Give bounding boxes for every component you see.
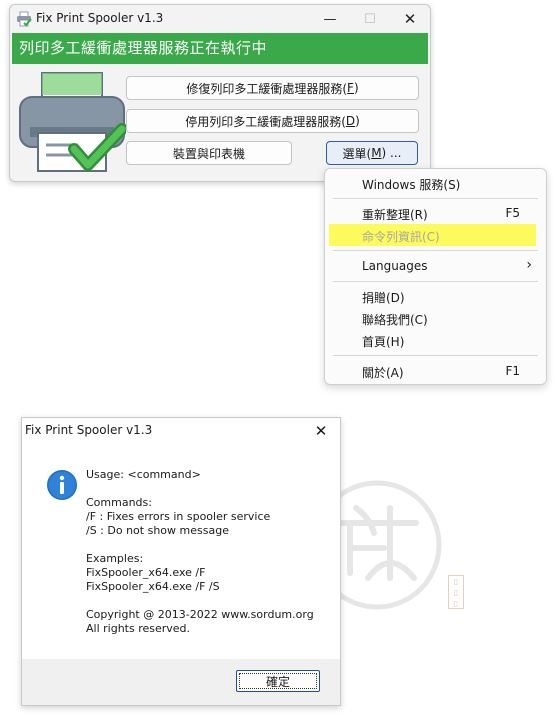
ok-label: 確定 (265, 674, 290, 689)
repair-label: 修復列印多工緩衝處理器服務( (186, 81, 348, 96)
chevron-right-icon: › (526, 257, 532, 273)
dropdown-menu: Windows 服務(S) 重新整理(R) F5 命令列資訊(C) Langua… (324, 168, 547, 385)
menu-item-label: 關於(A) (362, 366, 404, 380)
menu-item-windows-services[interactable]: Windows 服務(S) (325, 172, 546, 194)
close-icon: ✕ (403, 10, 417, 28)
menu-item-label: Windows 服務(S) (362, 178, 461, 192)
dialog-title: Fix Print Spooler v1.3 (25, 423, 153, 437)
info-icon (47, 470, 77, 500)
devices-label: 裝置與印表機 (172, 146, 245, 161)
menu-separator (333, 281, 538, 282)
minimize-icon: — (323, 11, 337, 27)
dialog-message: Usage: <command> Commands: /F : Fixes er… (86, 468, 314, 635)
service-status-banner: 列印多工緩衝處理器服務正在執行中 (12, 33, 428, 64)
red-stamp-icon: ▯ ▯ ▯ (448, 575, 464, 609)
devices-printers-button[interactable]: 裝置與印表機 (126, 141, 292, 165)
menu-item-about[interactable]: 關於(A) F1 (325, 360, 546, 382)
title-bar[interactable]: Fix Print Spooler v1.3 — ☐ ✕ (10, 5, 430, 33)
menu-item-label: 命令列資訊(C) (362, 230, 440, 244)
printer-check-icon (17, 11, 32, 27)
menu-item-label: 聯絡我們(C) (362, 313, 428, 327)
printer-check-icon (19, 72, 126, 172)
close-button[interactable]: ✕ (390, 5, 430, 33)
menu-item-shortcut: F5 (505, 206, 520, 220)
menu-item-donate[interactable]: 捐贈(D) (325, 285, 546, 307)
menu-item-shortcut: F1 (505, 364, 520, 378)
dialog-close-button[interactable]: ✕ (306, 418, 336, 444)
maximize-icon: ☐ (364, 11, 376, 27)
menu-item-label: 捐贈(D) (362, 291, 405, 305)
repair-label-end: ) (353, 81, 359, 95)
menu-item-refresh[interactable]: 重新整理(R) F5 (325, 202, 546, 224)
menu-button[interactable]: 選單(M) ... (326, 141, 418, 165)
menu-accel-key: M (371, 146, 382, 160)
window-title: Fix Print Spooler v1.3 (36, 11, 164, 25)
menu-item-languages[interactable]: Languages › (325, 255, 546, 277)
repair-spooler-button[interactable]: 修復列印多工緩衝處理器服務(F) (126, 76, 419, 100)
minimize-button[interactable]: — (310, 5, 350, 33)
menu-label: 選單( (342, 146, 372, 161)
menu-item-label: 首頁(H) (362, 335, 405, 349)
menu-item-label: Languages (362, 259, 428, 273)
stop-spooler-button[interactable]: 停用列印多工緩衝處理器服務(D) (126, 109, 419, 133)
main-window: Fix Print Spooler v1.3 — ☐ ✕ 列印多工緩衝處理器服務… (9, 4, 431, 182)
menu-item-label: 重新整理(R) (362, 208, 428, 222)
menu-separator (333, 355, 538, 356)
menu-item-homepage[interactable]: 首頁(H) (325, 329, 546, 351)
menu-item-contact[interactable]: 聯絡我們(C) (325, 307, 546, 329)
menu-item-command-line-info: 命令列資訊(C) (329, 224, 536, 246)
stop-label: 停用列印多工緩衝處理器服務( (185, 114, 346, 129)
command-line-info-dialog: Fix Print Spooler v1.3 ✕ Usage: <command… (21, 417, 341, 706)
menu-label-end: ) ... (381, 146, 402, 160)
stop-label-end: ) (355, 114, 360, 128)
maximize-button[interactable]: ☐ (350, 5, 390, 33)
menu-separator (333, 198, 538, 199)
menu-separator (333, 250, 538, 251)
ok-button[interactable]: 確定 (236, 670, 320, 692)
stop-accel-key: D (345, 114, 356, 128)
dialog-footer: 確定 (22, 659, 340, 705)
close-icon: ✕ (314, 422, 328, 440)
repair-accel-key: F (347, 81, 354, 95)
